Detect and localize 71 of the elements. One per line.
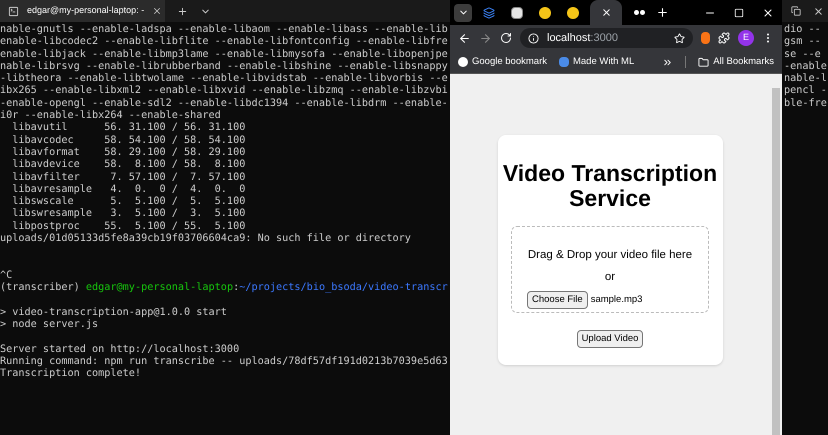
terminal-line: libavformat 58. 29.100 / 58. 29.100 (11, 146, 246, 159)
terminal-line: gsm -- (784, 36, 822, 49)
prompt-path: ~/projects/bio_bsoda/video-transcr (239, 282, 448, 295)
choose-file-button[interactable]: Choose File (527, 290, 588, 309)
profile-avatar[interactable]: E (738, 30, 754, 46)
terminal-line: libswresample 3. 5.100 / 3. 5.100 (11, 208, 246, 221)
close-icon[interactable] (762, 6, 774, 18)
back-icon[interactable] (458, 32, 471, 44)
address-bar[interactable]: localhost:3000 (520, 28, 693, 48)
terminal-line: Server started on http://localhost:3000 (0, 344, 240, 356)
terminal-line: libavfilter 7. 57.100 / 7. 57.100 (11, 172, 246, 184)
terminal-line: dio -- (784, 24, 822, 36)
terminal-line: enable-libjack --enable-libmp3lame --enable-libmysofa --enable-libopenjpe (0, 48, 449, 61)
terminal-line: ^C (0, 270, 14, 282)
terminal-line: -enable-opengl --enable-sdl2 --enable-libdc1394 --enable-libdrm --enable- (0, 98, 449, 110)
terminal-line: Transcription complete! (0, 368, 142, 381)
prompt-user: edgar@my-personal-laptop (86, 282, 234, 295)
terminal-line: nable-gnutls --enable-ladspa --enable-libaom --enable-libass --enable-lib (0, 24, 449, 36)
terminal-line: Running command: npm run transcribe -- uploads/78df57df191d0213b7039e5d63 (0, 356, 449, 368)
terminal-line: libavdevice 58. 8.100 / 58. 8.100 (11, 159, 246, 172)
terminal-line: libavutil 56. 31.100 / 56. 31.100 (11, 122, 246, 135)
close-icon (600, 7, 612, 18)
folder-icon (698, 56, 710, 68)
terminal-line: nable-librsvg --enable-librubberband --enable-libshine --enable-libsnappy (0, 60, 449, 73)
tab-search-button[interactable] (454, 4, 472, 22)
terminal-line: libswscale 5. 5.100 / 5. 5.100 (11, 196, 246, 208)
or-text: or (604, 270, 616, 286)
restore-icon[interactable] (791, 6, 801, 16)
more-bookmarks-icon[interactable] (662, 56, 674, 68)
page-title: Video Transcription Service (502, 161, 718, 211)
terminal-line: nable-l (784, 73, 828, 85)
close-icon[interactable] (813, 6, 824, 16)
terminal-line: i0r --enable-libx264 --enable-shared (0, 110, 222, 122)
terminal-line: se --e (784, 48, 822, 61)
prompt-separator: : (233, 282, 240, 295)
terminal-line: libavresample 4. 0. 0 / 4. 0. 0 (11, 184, 246, 196)
terminal-line: -enable (784, 60, 828, 73)
terminal-line: uploads/01d05133d5fe8a39cb19f03706604ca9: No such file or directory (0, 233, 412, 246)
terminal-line: ibx265 --enable-libxml2 --enable-libxvid --enable-libzmq --enable-libzvbi (0, 85, 449, 98)
terminal-line: enable-libcodec2 --enable-libflite --enable-libfontconfig --enable-libfre (0, 36, 449, 49)
dots-icon (634, 10, 644, 15)
bookmark-star-icon[interactable] (674, 32, 685, 44)
terminal-line: pencl - (784, 85, 828, 98)
address-host: localhost (547, 32, 590, 44)
all-bookmarks-label: All Bookmarks (713, 54, 774, 69)
puzzle-icon[interactable] (718, 32, 730, 44)
extension-icon[interactable] (701, 32, 710, 44)
drop-instructions: Drag & Drop your video file here (528, 248, 692, 263)
new-tab-icon[interactable] (177, 6, 188, 16)
reload-icon[interactable] (500, 32, 512, 44)
forward-icon[interactable] (479, 32, 492, 44)
terminal-line: > node server.js (0, 319, 100, 332)
terminal-icon (8, 6, 19, 16)
address-port: :3000 (590, 32, 618, 44)
prompt-env: (transcriber) (0, 282, 81, 295)
upload-button[interactable]: Upload Video (576, 330, 644, 348)
browser-tab[interactable] (590, 0, 622, 25)
maximize-icon[interactable] (734, 8, 744, 18)
bookmark-item[interactable]: Made With ML (558, 54, 634, 70)
new-tab-icon[interactable] (656, 6, 669, 19)
close-icon[interactable] (152, 6, 162, 16)
terminal-line: -libtheora --enable-libtwolame --enable-libvidstab --enable-libvorbis --e (0, 73, 449, 85)
bookmark-item[interactable]: Google bookmark (458, 54, 547, 70)
terminal-line: > video-transcription-app@1.0.0 start (0, 306, 228, 319)
file-name: sample.mp3 (590, 292, 642, 306)
drop-zone[interactable]: Drag & Drop your video file here or Choose File sample.mp3 (511, 226, 709, 313)
terminal-line: libavcodec 58. 54.100 / 58. 54.100 (11, 134, 246, 147)
terminal-line: ble-fre (784, 98, 828, 110)
layers-icon (483, 6, 495, 18)
info-icon (528, 32, 539, 44)
terminal-line: libpostproc 55. 5.100 / 55. 5.100 (11, 220, 246, 233)
